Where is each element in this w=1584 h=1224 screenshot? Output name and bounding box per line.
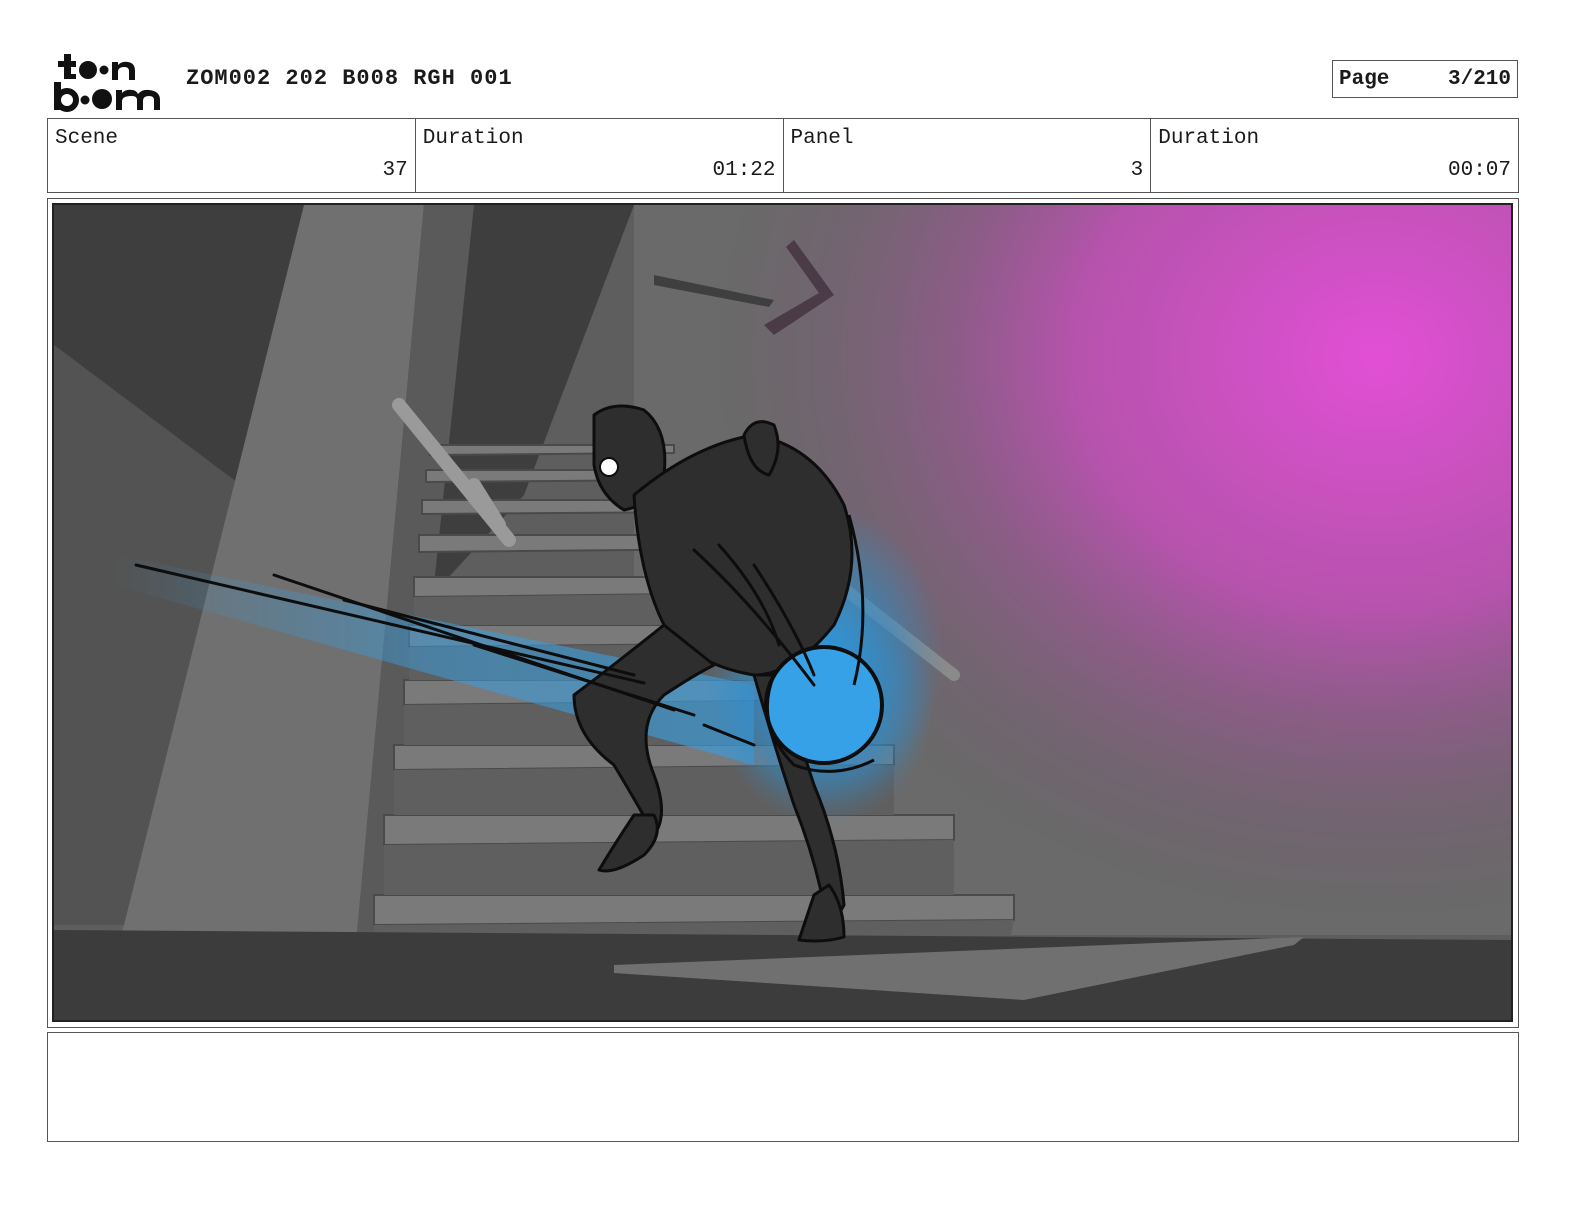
- scene-duration-cell: Duration 01:22: [416, 119, 784, 192]
- shot-info-row: Scene 37 Duration 01:22 Panel 3 Duration…: [47, 118, 1519, 193]
- page-label: Page: [1339, 67, 1390, 91]
- panel-duration-label: Duration: [1158, 127, 1260, 150]
- panel-notes-box: [47, 1032, 1519, 1142]
- document-title: ZOM002 202 B008 RGH 001: [186, 66, 513, 91]
- panel-duration-cell: Duration 00:07: [1151, 119, 1518, 192]
- scene-cell: Scene 37: [48, 119, 416, 192]
- panel-label: Panel: [790, 127, 854, 150]
- scene-duration-label: Duration: [422, 127, 524, 150]
- scene-duration-value: 01:22: [712, 159, 776, 182]
- scene-label: Scene: [55, 127, 119, 150]
- panel-duration-value: 00:07: [1447, 159, 1511, 182]
- scene-value: 37: [382, 159, 408, 182]
- page-indicator: Page 3/210: [1332, 60, 1518, 98]
- page-number: 3/210: [1447, 67, 1511, 91]
- storyboard-panel-image: [52, 203, 1513, 1022]
- storyboard-panel-frame: [47, 198, 1519, 1028]
- panel-value: 3: [1130, 159, 1144, 182]
- toon-boom-logo: [52, 52, 164, 114]
- panel-cell: Panel 3: [784, 119, 1152, 192]
